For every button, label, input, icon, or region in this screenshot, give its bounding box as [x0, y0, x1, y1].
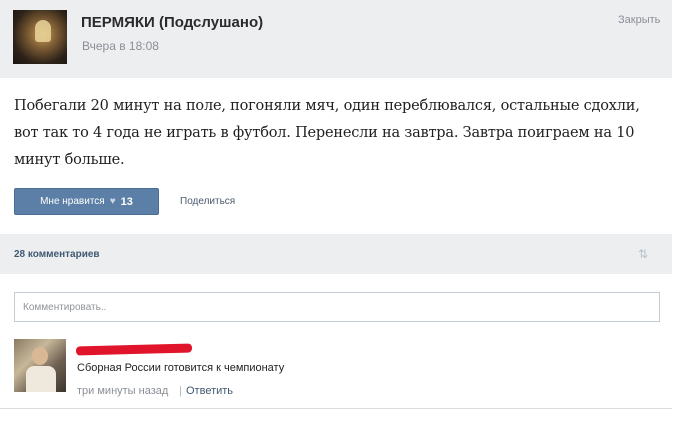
avatar-shirt — [26, 366, 56, 392]
comment-time[interactable]: три минуты назад — [77, 385, 168, 397]
sort-arrows-icon[interactable]: ⇅ — [638, 247, 648, 261]
like-count: 13 — [120, 195, 133, 208]
reply-button[interactable]: Ответить — [186, 385, 233, 397]
close-button[interactable]: Закрыть — [618, 14, 660, 26]
comment-input[interactable]: Комментировать.. — [14, 292, 660, 322]
redacted-commenter-name — [75, 343, 193, 356]
like-button[interactable]: Мне нравится ♥ 13 — [14, 188, 159, 215]
comment-text: Сборная России готовится к чемпионату — [77, 362, 285, 374]
group-name[interactable]: ПЕРМЯКИ (Подслушано) — [81, 14, 263, 31]
avatar-head — [32, 347, 48, 365]
share-button[interactable]: Поделиться — [180, 196, 235, 207]
comments-bar: 28 комментариев ⇅ — [0, 234, 672, 274]
post-header: ПЕРМЯКИ (Подслушано) Вчера в 18:08 Закры… — [0, 0, 672, 78]
comments-count[interactable]: 28 комментариев — [14, 249, 100, 260]
heart-icon: ♥ — [109, 196, 116, 207]
commenter-avatar[interactable] — [14, 339, 66, 392]
like-label: Мне нравится — [40, 196, 105, 207]
post-date[interactable]: Вчера в 18:08 — [82, 39, 159, 53]
group-avatar[interactable] — [13, 10, 67, 64]
divider — [0, 408, 672, 409]
lamp-image — [35, 20, 51, 42]
comment-separator: | — [179, 385, 182, 397]
post-text: Побегали 20 минут на поле, погоняли мяч,… — [14, 98, 640, 168]
